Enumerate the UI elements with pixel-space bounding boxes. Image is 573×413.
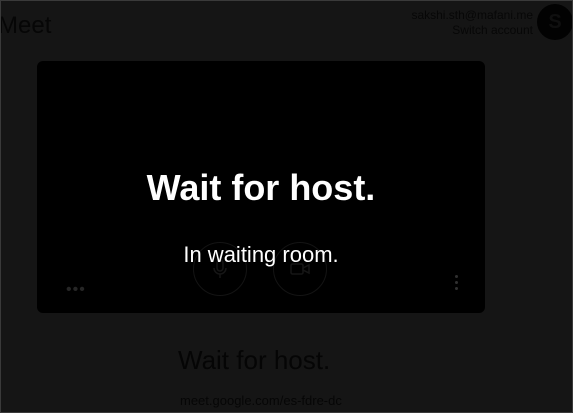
more-horizontal-icon[interactable]: ••• xyxy=(66,282,86,298)
meeting-link[interactable]: meet.google.com/es-fdre-dc xyxy=(180,393,342,408)
video-preview: ••• Wait for host. In waiting room. xyxy=(37,61,485,313)
overlay-title: Wait for host. xyxy=(146,167,376,208)
overlay-subtitle: In waiting room. xyxy=(183,242,339,267)
account-email: sakshi.sth@mafani.me xyxy=(411,8,533,22)
background-title: Wait for host. xyxy=(178,345,331,375)
app-name: Meet xyxy=(0,12,52,39)
more-vertical-icon[interactable] xyxy=(453,275,459,290)
meet-waiting-page: Meet sakshi.sth@mafani.me Switch account… xyxy=(0,0,573,413)
switch-account-link[interactable]: Switch account xyxy=(411,23,533,38)
account-info: sakshi.sth@mafani.me Switch account xyxy=(411,8,533,38)
avatar[interactable]: S xyxy=(537,4,573,40)
avatar-letter: S xyxy=(548,10,562,33)
